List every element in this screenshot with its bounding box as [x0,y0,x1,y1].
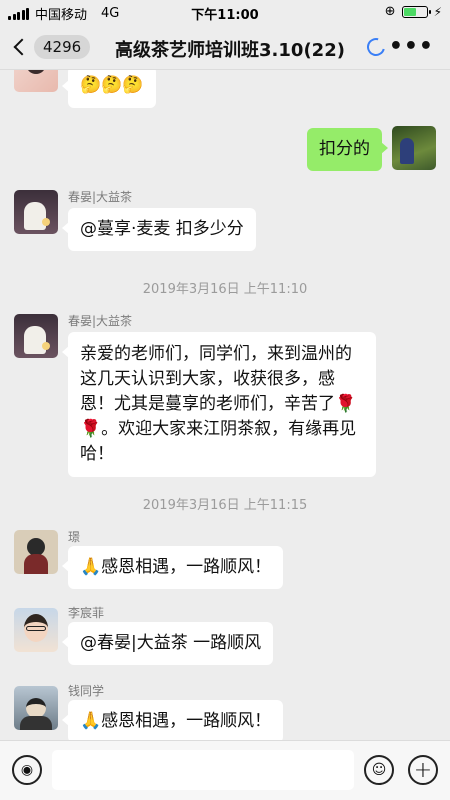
back-button[interactable]: 4296 [12,32,91,62]
self-avatar[interactable] [392,126,436,170]
plus-button[interactable]: + [408,755,438,785]
avatar[interactable] [14,530,58,574]
message-bubble[interactable]: 🙏感恩相遇，一路顺风！ [61,546,284,589]
plus-icon: + [413,757,433,783]
battery-icon [401,5,431,18]
status-bar: 中国移动 4G 下午11:00 ⊕ ⚡ [0,0,450,24]
message-bubble[interactable]: @春晏|大益茶 一路顺风 [61,622,274,665]
emoji-button[interactable]: ☺ [364,755,394,785]
sender-name: 璟 [68,530,81,544]
sender-name: 春晏|大益茶 [68,314,133,328]
nav-bar: 4296 高级茶艺师培训班3.10(22) ••• [0,24,450,70]
avatar[interactable] [14,686,58,730]
chat-title: 高级茶艺师培训班3.10(22) [115,40,345,61]
message-bubble-self[interactable]: 扣分的 [307,128,388,171]
sender-name: 春晏|大益茶 [68,190,133,204]
timestamp: 2019年3月16日 上午11:15 [142,498,308,513]
chat-list[interactable]: 🤔🤔🤔 扣分的 春晏|大益茶 @蔓享·麦麦 扣多少分 2019年3月16日 上午… [0,70,450,740]
message-input[interactable] [52,750,354,790]
input-bar: ◉ ☺ + [0,740,450,800]
status-right: ⊕ ⚡ [385,4,442,19]
loading-icon [363,34,389,60]
charging-icon: ⚡ [433,4,442,19]
avatar[interactable] [14,190,58,234]
voice-icon: ◉ [20,762,34,778]
sender-name: 钱同学 [68,684,105,698]
emoji-icon: ☺ [371,762,387,778]
message-bubble[interactable]: 🙏感恩相遇，一路顺风！ [61,700,284,740]
avatar[interactable] [14,608,58,652]
sender-name: 李宸菲 [68,606,105,620]
unread-badge: 4296 [34,35,91,59]
more-button[interactable]: ••• [389,34,434,59]
message-bubble[interactable]: @蔓享·麦麦 扣多少分 [62,208,256,251]
orientation-lock-icon: ⊕ [384,4,396,19]
message-bubble[interactable]: 亲爱的老师们，同学们，来到温州的这几天认识到大家，收获很多，感恩！尤其是蔓享的老… [62,332,376,477]
status-time: 下午11:00 [191,8,259,23]
voice-button[interactable]: ◉ [12,755,42,785]
message-bubble[interactable]: 🤔🤔🤔 [62,70,156,108]
avatar[interactable] [14,314,58,358]
avatar[interactable] [14,70,58,92]
timestamp: 2019年3月16日 上午11:10 [142,282,308,297]
chevron-left-icon [13,38,31,56]
